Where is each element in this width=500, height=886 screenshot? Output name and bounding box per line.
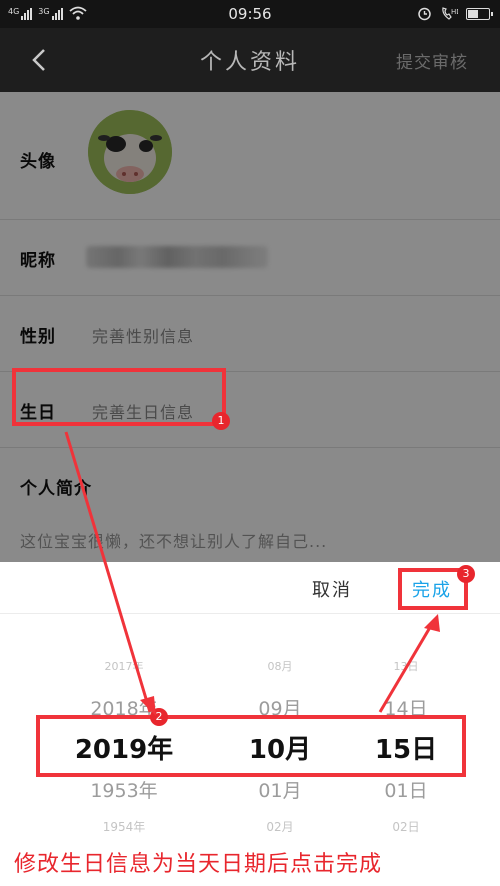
battery-icon bbox=[466, 7, 493, 20]
year-option[interactable]: 1953年 bbox=[58, 776, 190, 803]
year-option[interactable]: 2017年 bbox=[58, 658, 190, 674]
day-option[interactable]: 02日 bbox=[360, 818, 452, 835]
step-badge-1: 1 bbox=[212, 412, 230, 430]
month-option[interactable]: 02月 bbox=[230, 818, 330, 835]
step-badge-3: 3 bbox=[457, 565, 475, 583]
instruction-caption: 修改生日信息为当天日期后点击完成 bbox=[14, 852, 383, 877]
status-bar: 4G 3G 09:56 HD bbox=[0, 0, 500, 28]
day-option[interactable]: 01日 bbox=[360, 776, 452, 803]
step-badge-2: 2 bbox=[150, 708, 168, 726]
submit-review-button[interactable]: 提交审核 bbox=[396, 48, 468, 73]
date-selection-highlight-box bbox=[36, 715, 466, 777]
modal-dim-overlay[interactable] bbox=[0, 92, 500, 562]
svg-text:HD: HD bbox=[451, 8, 458, 16]
month-option[interactable]: 01月 bbox=[230, 776, 330, 803]
call-icon: HD bbox=[442, 7, 458, 20]
month-option[interactable]: 08月 bbox=[230, 658, 330, 674]
alarm-icon bbox=[418, 7, 431, 21]
nav-bar: 个人资料 提交审核 bbox=[0, 28, 500, 92]
birthday-highlight-box bbox=[12, 368, 226, 426]
day-option[interactable]: 13日 bbox=[360, 658, 452, 674]
year-option[interactable]: 1954年 bbox=[58, 818, 190, 835]
